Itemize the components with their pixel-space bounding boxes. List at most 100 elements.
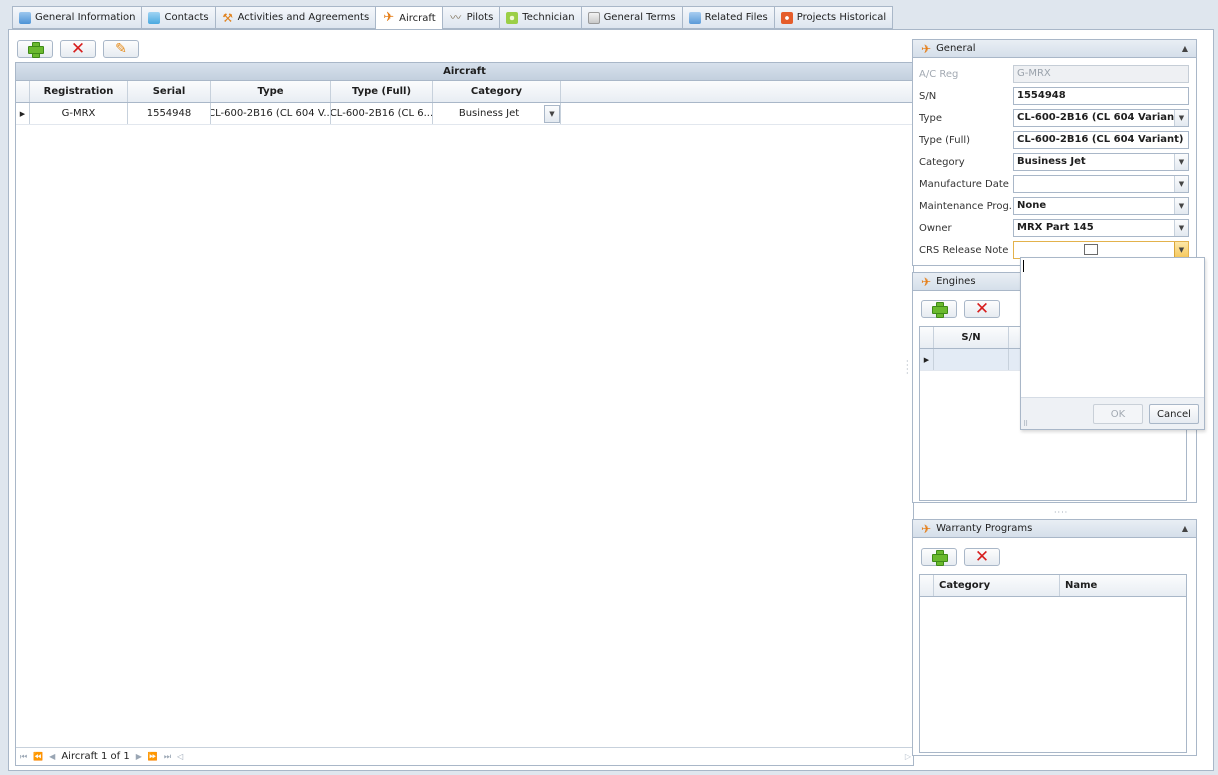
- tab-label: Related Files: [704, 12, 768, 23]
- tab-general-information[interactable]: General Information: [12, 6, 142, 29]
- tab-related-files[interactable]: Related Files: [681, 6, 774, 29]
- add-engine-button[interactable]: [921, 300, 957, 318]
- chevron-up-icon[interactable]: ▲: [1182, 524, 1188, 533]
- row-indicator-header: [920, 327, 934, 348]
- cell-registration[interactable]: G-MRX: [30, 103, 128, 124]
- warranty-panel-header[interactable]: ✈ Warranty Programs ▲: [913, 520, 1196, 538]
- chevron-up-icon[interactable]: ▲: [1182, 44, 1188, 53]
- delete-icon: ✕: [974, 299, 990, 319]
- scroll-right-icon[interactable]: ▷: [905, 752, 911, 761]
- category-select[interactable]: Business Jet ▼: [1013, 153, 1189, 171]
- column-header-registration[interactable]: Registration: [30, 81, 128, 102]
- cell-type-full[interactable]: CL-600-2B16 (CL 6...: [331, 103, 433, 124]
- edit-aircraft-button[interactable]: ✎: [103, 40, 139, 58]
- tab-contacts[interactable]: Contacts: [141, 6, 215, 29]
- tab-technician[interactable]: Technician: [499, 6, 581, 29]
- chevron-down-icon[interactable]: ▼: [1174, 110, 1188, 126]
- chevron-down-icon[interactable]: ▼: [1174, 154, 1188, 170]
- category-label: Category: [919, 156, 965, 168]
- chevron-down-icon[interactable]: ▼: [1174, 176, 1188, 192]
- warranty-grid: Category Name: [919, 574, 1187, 753]
- cell-category[interactable]: Business Jet ▼: [433, 103, 561, 124]
- wrench-icon: ⚒: [222, 10, 233, 25]
- scroll-left-icon[interactable]: ◁: [177, 752, 183, 761]
- panel-title: Engines: [936, 276, 976, 287]
- previous-page-icon[interactable]: ⏪: [33, 752, 43, 761]
- ac-reg-label: A/C Reg: [919, 68, 959, 80]
- tab-projects-historical[interactable]: Projects Historical: [773, 6, 894, 29]
- field-row-type: Type CL-600-2B16 (CL 604 Variant) ▼: [919, 108, 1193, 128]
- contacts-icon: [148, 11, 161, 24]
- column-header-category[interactable]: Category: [934, 575, 1060, 596]
- delete-aircraft-button[interactable]: ✕: [60, 40, 96, 58]
- tab-general-terms[interactable]: General Terms: [580, 6, 682, 29]
- files-icon: [688, 11, 701, 24]
- wings-icon: 〰: [450, 10, 462, 24]
- last-record-icon[interactable]: ⏭: [164, 752, 171, 762]
- cancel-button[interactable]: Cancel: [1149, 404, 1199, 424]
- airplane-icon: ✈: [921, 41, 932, 56]
- ac-reg-field: G-MRX: [1013, 65, 1189, 83]
- history-icon: [780, 11, 793, 24]
- terms-icon: [587, 11, 600, 24]
- maintenance-prog-select[interactable]: None ▼: [1013, 197, 1189, 215]
- tab-aircraft[interactable]: ✈ Aircraft: [375, 6, 442, 30]
- row-indicator: ▶: [920, 349, 934, 370]
- aircraft-grid: Aircraft Registration Serial Type Type (…: [15, 62, 914, 766]
- horizontal-splitter-handle[interactable]: ····: [1054, 508, 1068, 517]
- tab-pilots[interactable]: 〰 Pilots: [441, 6, 500, 29]
- category-dropdown-button[interactable]: ▼: [544, 104, 560, 123]
- general-panel-header[interactable]: ✈ General ▲: [913, 40, 1196, 58]
- field-row-maintenance-prog: Maintenance Prog. None ▼: [919, 196, 1193, 216]
- chevron-down-icon[interactable]: ▼: [1174, 198, 1188, 214]
- tab-label: Contacts: [164, 12, 209, 23]
- field-row-sn: S/N 1554948: [919, 86, 1193, 106]
- column-header-sn[interactable]: S/N: [934, 327, 1009, 348]
- manufacture-date-picker[interactable]: ▼: [1013, 175, 1189, 193]
- vertical-splitter-handle[interactable]: · · · ·: [906, 358, 909, 378]
- delete-engine-button[interactable]: ✕: [964, 300, 1000, 318]
- tab-activities-and-agreements[interactable]: ⚒ Activities and Agreements: [214, 6, 376, 29]
- plus-icon: [28, 42, 44, 58]
- airplane-icon: ✈: [921, 274, 932, 289]
- next-page-icon[interactable]: ⏩: [148, 752, 158, 761]
- resize-grip-icon[interactable]: ⠿: [1023, 421, 1028, 428]
- add-aircraft-button[interactable]: [17, 40, 53, 58]
- category-value: Business Jet: [1017, 156, 1086, 167]
- add-warranty-button[interactable]: [921, 548, 957, 566]
- cell-serial[interactable]: 1554948: [128, 103, 211, 124]
- chevron-down-icon[interactable]: ▼: [1174, 220, 1188, 236]
- type-label: Type: [919, 112, 942, 124]
- column-header-serial[interactable]: Serial: [128, 81, 211, 102]
- previous-record-icon[interactable]: ◀: [49, 752, 55, 761]
- delete-warranty-button[interactable]: ✕: [964, 548, 1000, 566]
- tab-label: Technician: [522, 12, 575, 23]
- next-record-icon[interactable]: ▶: [136, 752, 142, 761]
- tab-label: Pilots: [466, 12, 494, 23]
- column-header-category[interactable]: Category: [433, 81, 561, 102]
- memo-editor[interactable]: [1021, 258, 1204, 398]
- field-row-manufacture-date: Manufacture Date ▼: [919, 174, 1193, 194]
- type-full-field[interactable]: CL-600-2B16 (CL 604 Variant): [1013, 131, 1189, 149]
- column-header-type-full[interactable]: Type (Full): [331, 81, 433, 102]
- gear-icon: [506, 11, 519, 24]
- cell-type[interactable]: CL-600-2B16 (CL 604 V...: [211, 103, 331, 124]
- cell-category-value: Business Jet: [458, 108, 520, 119]
- chevron-down-icon[interactable]: ▼: [1174, 242, 1188, 258]
- field-row-owner: Owner MRX Part 145 ▼: [919, 218, 1193, 238]
- sn-field[interactable]: 1554948: [1013, 87, 1189, 105]
- column-header-type[interactable]: Type: [211, 81, 331, 102]
- ok-button[interactable]: OK: [1093, 404, 1143, 424]
- memo-icon: [1084, 244, 1098, 255]
- cell-sn[interactable]: [934, 349, 1009, 370]
- first-record-icon[interactable]: ⏮: [20, 752, 27, 762]
- table-row[interactable]: ▶ G-MRX 1554948 CL-600-2B16 (CL 604 V...…: [16, 103, 913, 125]
- owner-select[interactable]: MRX Part 145 ▼: [1013, 219, 1189, 237]
- row-pointer-icon: ▶: [923, 355, 930, 364]
- tab-label: Projects Historical: [796, 12, 887, 23]
- type-select[interactable]: CL-600-2B16 (CL 604 Variant) ▼: [1013, 109, 1189, 127]
- column-header-name[interactable]: Name: [1060, 575, 1186, 596]
- pencil-icon: ✎: [115, 41, 127, 57]
- panel-title: General: [936, 43, 976, 54]
- grid-navigator: ⏮ ⏪ ◀ Aircraft 1 of 1 ▶ ⏩ ⏭ ◁ ▷: [16, 747, 913, 765]
